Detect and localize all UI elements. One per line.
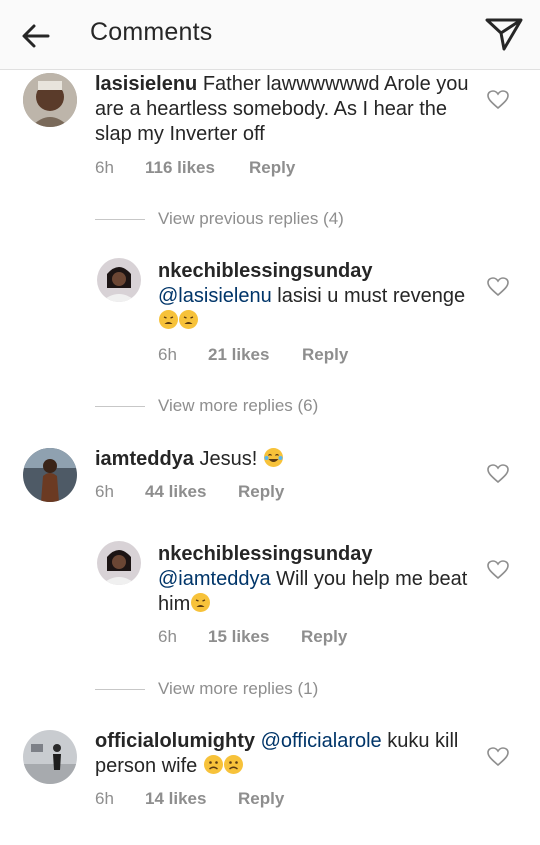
- reply-button[interactable]: Reply: [301, 627, 347, 647]
- comment-username[interactable]: nkechiblessingsunday: [158, 260, 373, 282]
- page-title: Comments: [90, 18, 213, 46]
- divider: [95, 406, 145, 407]
- comment-username[interactable]: nkechiblessingsunday: [158, 543, 373, 565]
- frowning-face-emoji: [223, 755, 243, 774]
- frowning-face-emoji: [203, 755, 223, 774]
- comment-text: nkechiblessingsunday @iamteddya Will you…: [158, 542, 468, 617]
- comment-text: iamteddya Jesus!: [95, 447, 475, 472]
- heart-icon[interactable]: [487, 560, 509, 580]
- mention-link[interactable]: @lasisielenu: [158, 285, 272, 307]
- reply-button[interactable]: Reply: [238, 789, 284, 809]
- comment-time: 6h: [95, 482, 114, 501]
- avatar[interactable]: [97, 541, 141, 585]
- header-bar: Comments: [0, 0, 540, 70]
- comment-time: 6h: [95, 158, 114, 177]
- view-replies-label[interactable]: View more replies (1): [158, 679, 318, 699]
- comment-username[interactable]: lasisielenu: [95, 73, 197, 95]
- reply-button[interactable]: Reply: [249, 158, 295, 178]
- comment-likes[interactable]: 21 likes: [208, 345, 269, 365]
- send-icon[interactable]: [484, 16, 524, 52]
- comment-body: Jesus!: [199, 448, 258, 470]
- weary-face-emoji: [159, 310, 178, 329]
- avatar[interactable]: [97, 258, 141, 302]
- heart-icon[interactable]: [487, 464, 509, 484]
- reply-button[interactable]: Reply: [302, 345, 348, 365]
- comment-text: lasisielenu Father lawwwwwwd Arole you a…: [95, 72, 475, 147]
- weary-face-emoji: [191, 593, 211, 612]
- mention-link[interactable]: @officialarole: [261, 730, 382, 752]
- comment-time: 6h: [158, 345, 177, 364]
- avatar[interactable]: [23, 730, 77, 784]
- heart-icon[interactable]: [487, 277, 509, 297]
- comment-likes[interactable]: 44 likes: [145, 482, 206, 502]
- avatar[interactable]: [23, 448, 77, 502]
- comment-body: lasisi u must revenge: [271, 285, 466, 307]
- comment-time: 6h: [158, 627, 177, 646]
- comment-username[interactable]: officialolumighty: [95, 730, 255, 752]
- arrow-left-icon[interactable]: [20, 20, 52, 52]
- comment-username[interactable]: iamteddya: [95, 448, 194, 470]
- heart-icon[interactable]: [487, 747, 509, 767]
- comment-time: 6h: [95, 789, 114, 808]
- divider: [95, 219, 145, 220]
- comment-text: officialolumighty @officialarole kuku ki…: [95, 729, 475, 779]
- reply-button[interactable]: Reply: [238, 482, 284, 502]
- view-replies-label[interactable]: View previous replies (4): [158, 209, 344, 229]
- divider: [95, 689, 145, 690]
- heart-icon[interactable]: [487, 90, 509, 110]
- view-replies-label[interactable]: View more replies (6): [158, 396, 318, 416]
- comment-likes[interactable]: 14 likes: [145, 789, 206, 809]
- avatar[interactable]: [23, 73, 77, 127]
- mention-link[interactable]: @iamteddya: [158, 568, 271, 590]
- weary-face-emoji: [179, 310, 198, 329]
- tears-of-joy-emoji: [263, 448, 283, 467]
- comment-text: nkechiblessingsunday @lasisielenu lasisi…: [158, 259, 478, 334]
- comment-likes[interactable]: 116 likes: [145, 158, 215, 178]
- comment-likes[interactable]: 15 likes: [208, 627, 269, 647]
